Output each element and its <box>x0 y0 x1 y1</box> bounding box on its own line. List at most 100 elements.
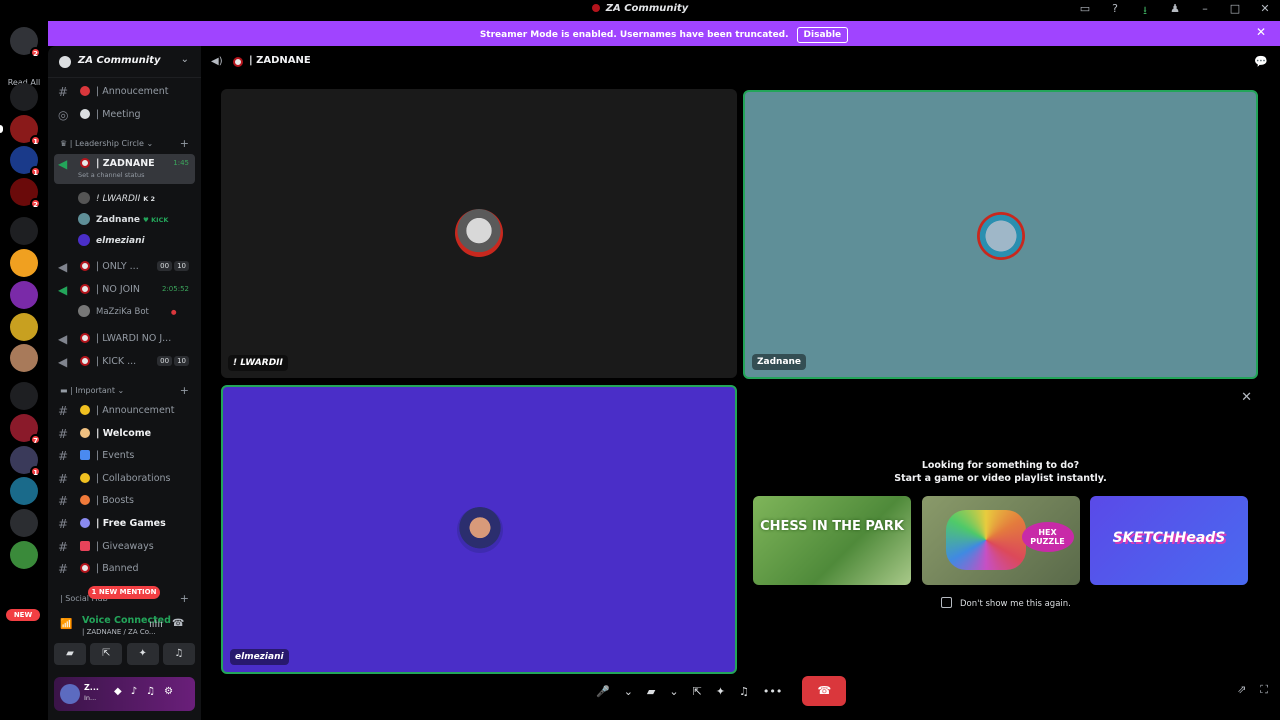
channel-welcome[interactable]: # | Welcome <box>54 424 195 444</box>
disable-button[interactable]: Disable <box>796 27 849 43</box>
hash-icon: # <box>58 85 69 99</box>
soundboard-button[interactable]: ♫ <box>162 643 195 665</box>
voice-member-bot[interactable]: MaZziKa Bot ● <box>78 305 177 317</box>
server-icon[interactable] <box>10 477 38 505</box>
voice-channel-lwardi[interactable]: ◀ | LWARDI NO J... <box>54 329 195 349</box>
speaker-icon: ◀ <box>58 332 68 346</box>
microphone-icon[interactable]: ♪ <box>131 686 137 697</box>
participant-tile-speaking[interactable]: Zadnane <box>743 90 1258 379</box>
folder-icon[interactable] <box>10 217 38 245</box>
category-leadership[interactable]: ♛ | Leadership Circle ⌄ <box>60 139 153 148</box>
soundboard-icon[interactable]: ♫ <box>739 685 749 698</box>
discord-home-icon[interactable]: 2 <box>10 27 41 58</box>
pop-out-icon[interactable]: ⇗ <box>1237 683 1246 696</box>
activity-card-sketch-heads[interactable]: SKETCHHeadS <box>1090 496 1248 585</box>
voice-channel-only[interactable]: ◀ | ONLY ... 00 10 <box>54 257 195 277</box>
add-channel-icon[interactable]: + <box>180 384 189 397</box>
voice-stage: ◀) | ZADNANE 💬 ! LWARDII Zadnane elmezia… <box>201 46 1280 720</box>
close-button[interactable]: ✕ <box>1250 2 1280 21</box>
gamepad-icon[interactable]: ◆ <box>114 686 122 697</box>
participant-tile-speaking[interactable]: elmeziani <box>221 385 737 674</box>
channel-announcement[interactable]: # | Annoucement <box>54 82 195 102</box>
dont-show-again[interactable]: Don't show me this again. <box>941 597 1071 609</box>
channel-announcement-2[interactable]: # | Announcement <box>54 401 195 421</box>
participant-tile[interactable]: ! LWARDII <box>221 89 737 378</box>
channel-giveaways[interactable]: # | Giveaways <box>54 537 195 557</box>
channel-collaborations[interactable]: # | Collaborations <box>54 469 195 489</box>
server-icon[interactable] <box>10 509 38 537</box>
avatar <box>457 507 503 553</box>
inbox-icon[interactable]: ▭ <box>1070 2 1100 21</box>
activity-card-hex-puzzle[interactable]: HEX PUZZLE <box>921 496 1080 585</box>
fullscreen-icon[interactable]: ⛶ <box>1260 683 1268 696</box>
channel-banned[interactable]: # | Banned <box>54 559 195 579</box>
chevron-down-icon[interactable]: ⌄ <box>669 685 678 698</box>
server-icon[interactable] <box>10 281 38 309</box>
voice-channel-nojoin[interactable]: ◀ | NO JOIN 2:05:52 <box>54 280 195 300</box>
server-icon[interactable]: 1 <box>10 446 41 477</box>
voice-member[interactable]: ! LWARDII K 2 <box>78 192 155 204</box>
channel-status[interactable]: Set a channel status <box>78 171 145 179</box>
chevron-down-icon[interactable]: ⌄ <box>624 685 633 698</box>
badge: 2 <box>30 47 41 58</box>
server-icon[interactable] <box>10 541 38 569</box>
server-list: 2 Read All 1 1 2 7 1 NEW <box>0 21 48 720</box>
screen-share-icon[interactable]: ⇱ <box>693 685 702 698</box>
server-header[interactable]: ZA Community ⌄ <box>48 46 201 78</box>
activities-button[interactable]: ✦ <box>126 643 159 665</box>
chat-icon[interactable]: 💬 <box>1254 55 1268 68</box>
leave-call-button[interactable]: ☎ <box>802 676 847 706</box>
checkbox[interactable] <box>941 597 952 608</box>
avatar[interactable] <box>60 684 80 704</box>
activities-icon[interactable]: ✦ <box>716 685 725 698</box>
ghost-icon[interactable]: ♟ <box>1160 2 1190 21</box>
settings-gear-icon[interactable]: ⚙ <box>164 686 173 697</box>
server-icon-za[interactable]: 1 <box>10 115 41 146</box>
voice-member[interactable]: elmeziani <box>78 234 145 246</box>
server-icon[interactable] <box>10 249 38 277</box>
server-icon[interactable]: 2 <box>10 178 41 209</box>
channel-free-games[interactable]: # | Free Games <box>54 514 195 534</box>
new-mention-badge[interactable]: 1 NEW MENTION <box>88 586 160 599</box>
hourglass-icon <box>80 109 90 119</box>
screen-share-button[interactable]: ⇱ <box>90 643 123 665</box>
add-channel-icon[interactable]: + <box>180 137 189 150</box>
microphone-icon[interactable]: 🎤 <box>596 685 610 698</box>
channel-events[interactable]: # | Events <box>54 446 195 466</box>
help-icon[interactable]: ? <box>1100 2 1130 21</box>
server-icon[interactable] <box>10 344 38 372</box>
voice-channel-zadnane[interactable]: ◀ | ZADNANE 1:45 Set a channel status <box>54 154 195 184</box>
disconnect-icon[interactable]: ☎ <box>172 618 184 629</box>
voice-location[interactable]: | ZADNANE / ZA Co... <box>82 628 156 636</box>
more-icon[interactable]: ••• <box>763 685 782 698</box>
download-icon[interactable]: ⭳ <box>1130 2 1160 21</box>
activity-card-chess[interactable]: CHESS IN THE PARK <box>753 496 911 585</box>
category-important[interactable]: ▬ | Important ⌄ <box>60 386 124 395</box>
channel-boosts[interactable]: # | Boosts <box>54 491 195 511</box>
channel-meeting[interactable]: ◎ | Meeting <box>54 105 195 125</box>
server-icon[interactable]: 7 <box>10 414 41 445</box>
camera-off-icon[interactable]: ▰ <box>647 685 655 698</box>
camera-off-button[interactable]: ▰ <box>54 643 86 665</box>
maximize-button[interactable]: □ <box>1220 2 1250 21</box>
voice-member[interactable]: Zadnane ♥ KICK <box>78 213 168 225</box>
new-badge[interactable]: NEW <box>6 609 40 621</box>
bell-icon <box>80 405 90 415</box>
kick-badge: ♥ KICK <box>143 216 169 224</box>
gift-icon <box>80 541 90 551</box>
headphones-icon[interactable]: ♫ <box>146 686 155 697</box>
avatar <box>78 213 90 225</box>
voice-timer: 1:45 <box>173 159 189 167</box>
noise-suppression-icon[interactable]: ıılıı <box>149 619 163 630</box>
voice-channel-kick[interactable]: ◀ | KICK ... 00 10 <box>54 352 195 372</box>
server-icon[interactable]: 1 <box>10 146 41 177</box>
close-icon[interactable]: ✕ <box>1241 390 1252 405</box>
minimize-button[interactable]: – <box>1190 2 1220 21</box>
server-icon[interactable] <box>10 313 38 341</box>
folder-icon[interactable] <box>10 382 38 410</box>
close-icon[interactable]: ✕ <box>1256 25 1266 39</box>
add-channel-icon[interactable]: + <box>180 592 189 605</box>
chevron-down-icon[interactable]: ⌄ <box>181 54 189 65</box>
folder-icon[interactable] <box>10 83 38 111</box>
signal-icon[interactable]: 📶 <box>60 619 72 630</box>
